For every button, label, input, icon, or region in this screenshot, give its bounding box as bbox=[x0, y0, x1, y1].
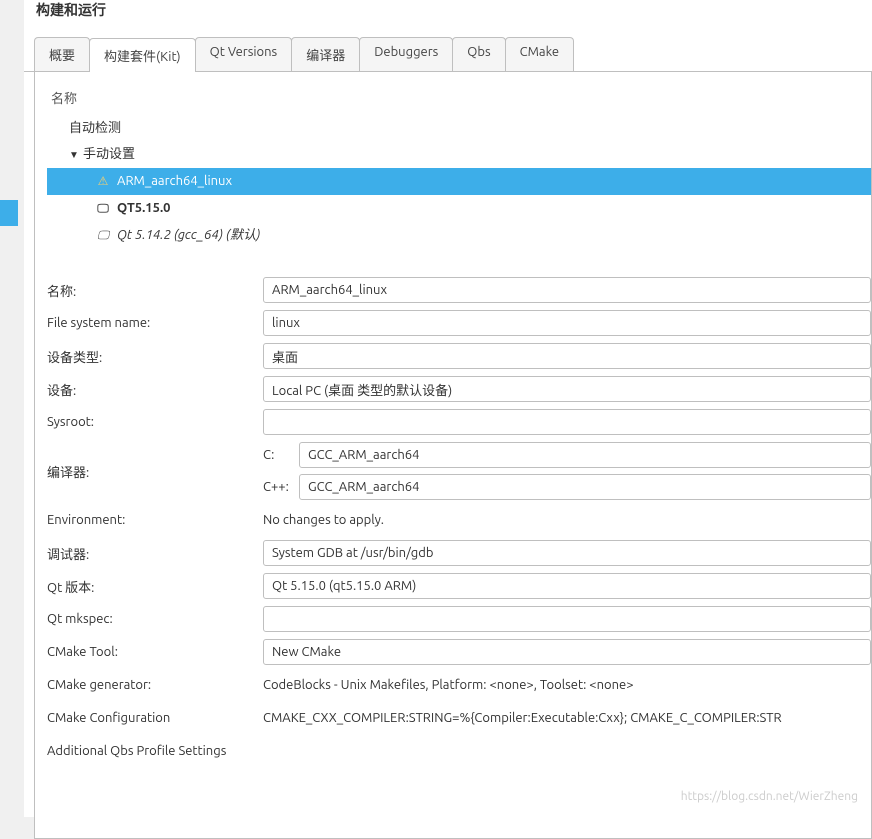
main-panel: 构建和运行 概要 构建套件(Kit) Qt Versions 编译器 Debug… bbox=[24, 0, 872, 817]
tree-group-auto[interactable]: 自动检测 bbox=[47, 115, 871, 141]
page-title: 构建和运行 bbox=[24, 0, 872, 27]
watermark: https://blog.csdn.net/WierZheng bbox=[681, 790, 858, 803]
tree-item-arm[interactable]: ⚠ ARM_aarch64_linux bbox=[47, 168, 871, 195]
tree-item-label: QT5.15.0 bbox=[117, 201, 170, 215]
c-compiler-select[interactable] bbox=[299, 442, 871, 468]
mkspec-input[interactable] bbox=[263, 606, 871, 632]
compiler-label: 编译器: bbox=[47, 462, 263, 481]
fsname-input[interactable] bbox=[263, 310, 871, 336]
cmakeconf-label: CMake Configuration bbox=[47, 711, 263, 725]
c-label: C: bbox=[263, 448, 299, 462]
tree-group-auto-label: 自动检测 bbox=[69, 121, 121, 135]
tab-overview[interactable]: 概要 bbox=[34, 37, 90, 71]
tab-qtversions[interactable]: Qt Versions bbox=[195, 37, 293, 71]
qtver-label: Qt 版本: bbox=[47, 577, 263, 596]
mkspec-label: Qt mkspec: bbox=[47, 612, 263, 626]
tree-header[interactable]: 名称 bbox=[47, 84, 871, 115]
monitor-icon: 🖵 bbox=[95, 198, 111, 220]
sysroot-input[interactable] bbox=[263, 409, 871, 435]
name-input[interactable] bbox=[263, 277, 871, 303]
tree-group-manual-label: 手动设置 bbox=[83, 147, 135, 161]
cmaketool-select[interactable] bbox=[263, 639, 871, 665]
cmakegen-value: CodeBlocks - Unix Makefiles, Platform: <… bbox=[263, 674, 871, 696]
qbs-profile-label: Additional Qbs Profile Settings bbox=[47, 744, 236, 758]
tab-qbs[interactable]: Qbs bbox=[452, 37, 505, 71]
tree-group-manual[interactable]: ▼ 手动设置 bbox=[47, 141, 871, 168]
cmakeconf-value: CMAKE_CXX_COMPILER:STRING=%{Compiler:Exe… bbox=[263, 707, 871, 729]
debugger-label: 调试器: bbox=[47, 544, 263, 563]
tree-item-qt5150[interactable]: 🖵 QT5.15.0 bbox=[47, 195, 871, 222]
tab-debuggers[interactable]: Debuggers bbox=[359, 37, 453, 71]
devtype-label: 设备类型: bbox=[47, 347, 263, 366]
cmakegen-label: CMake generator: bbox=[47, 678, 263, 692]
tab-bar: 概要 构建套件(Kit) Qt Versions 编译器 Debuggers Q… bbox=[24, 27, 872, 72]
fsname-label: File system name: bbox=[47, 316, 263, 330]
left-accent-bar bbox=[0, 200, 18, 226]
qtver-select[interactable] bbox=[263, 573, 871, 599]
content-area: 名称 自动检测 ▼ 手动设置 ⚠ ARM_aarch64_linux 🖵 QT5.15… bbox=[34, 72, 872, 839]
kit-tree: 自动检测 ▼手动设置 ⚠ARM_aarch64_linux 🖵QT5.15.0 … bbox=[47, 115, 871, 249]
kit-form: 名称: File system name: 设备类型: 设备: Sysroot: bbox=[47, 277, 871, 764]
tab-cmake[interactable]: CMake bbox=[505, 37, 574, 71]
device-label: 设备: bbox=[47, 380, 263, 399]
cxx-compiler-select[interactable] bbox=[299, 474, 871, 500]
tab-kit[interactable]: 构建套件(Kit) bbox=[89, 38, 196, 72]
name-label: 名称: bbox=[47, 281, 263, 300]
tab-compilers[interactable]: 编译器 bbox=[291, 37, 360, 71]
env-value: No changes to apply. bbox=[263, 509, 871, 531]
warning-icon: ⚠ bbox=[95, 171, 111, 193]
monitor-icon: 🖵 bbox=[95, 225, 111, 247]
tree-item-label: Qt 5.14.2 (gcc_64) (默认) bbox=[117, 228, 260, 242]
env-label: Environment: bbox=[47, 513, 263, 527]
cmaketool-label: CMake Tool: bbox=[47, 645, 263, 659]
sysroot-label: Sysroot: bbox=[47, 415, 263, 429]
devtype-select[interactable] bbox=[263, 343, 871, 369]
chevron-down-icon: ▼ bbox=[69, 144, 79, 166]
tree-item-label: ARM_aarch64_linux bbox=[117, 174, 232, 188]
device-select[interactable] bbox=[263, 376, 871, 402]
debugger-select[interactable] bbox=[263, 540, 871, 566]
cxx-label: C++: bbox=[263, 480, 299, 494]
tree-item-qt5142[interactable]: 🖵 Qt 5.14.2 (gcc_64) (默认) bbox=[47, 222, 871, 249]
